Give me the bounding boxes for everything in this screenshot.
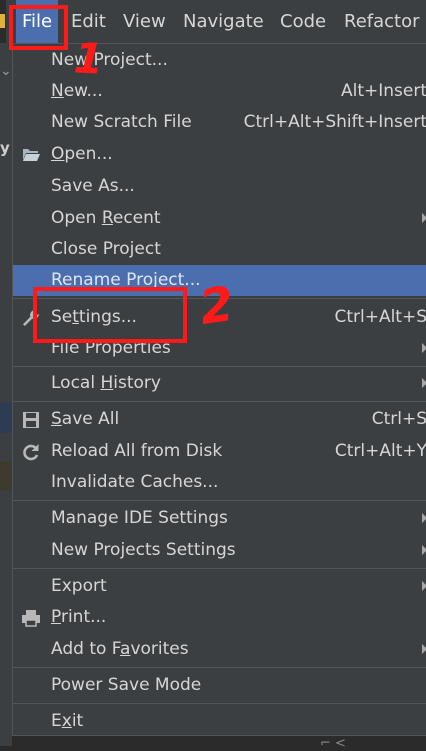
menu-refactor[interactable]: Refactor	[344, 0, 420, 43]
submenu-arrow-icon	[422, 343, 426, 353]
shortcut-label: Ctrl+Alt+Shift+Insert	[243, 112, 426, 132]
annotation-step-1: 1	[72, 33, 105, 84]
menu-item-label: Invalidate Caches...	[51, 472, 219, 492]
menu-item-close-project[interactable]: Close Project	[13, 234, 426, 265]
menu-item-reload-all[interactable]: Reload All from Disk Ctrl+Alt+Y	[13, 436, 426, 467]
menu-item-manage-ide-settings[interactable]: Manage IDE Settings	[13, 503, 426, 534]
submenu-arrow-icon	[422, 513, 426, 523]
submenu-arrow-icon	[422, 545, 426, 555]
menu-item-add-to-favorites[interactable]: Add to Favorites	[13, 634, 426, 665]
reload-icon	[23, 444, 39, 461]
save-icon	[23, 412, 39, 428]
menu-item-label: Power Save Mode	[51, 675, 202, 695]
menu-item-label: Open...	[51, 144, 113, 164]
menu-item-label: Exit	[51, 711, 84, 731]
submenu-arrow-icon	[422, 581, 426, 591]
project-tab-fragment: y	[0, 139, 10, 157]
shortcut-label: Ctrl+S	[371, 409, 426, 429]
menu-separator	[13, 366, 426, 367]
menu-item-label: Local History	[51, 373, 161, 393]
menu-navigate[interactable]: Navigate	[183, 0, 264, 43]
menu-item-open[interactable]: Open...	[13, 139, 426, 170]
shortcut-label: Ctrl+Alt+Y	[334, 441, 426, 461]
menu-item-exit[interactable]: Exit	[13, 706, 426, 737]
menu-item-save-as[interactable]: Save As...	[13, 171, 426, 202]
menu-item-label: Save As...	[51, 176, 135, 196]
printer-icon	[22, 610, 40, 627]
collapse-icon: ⌄	[0, 63, 12, 79]
menu-separator	[13, 667, 426, 668]
menu-item-label: Save All	[51, 409, 120, 429]
annotation-box-file	[9, 5, 68, 50]
selection-fragment	[0, 403, 12, 433]
menu-view[interactable]: View	[123, 0, 166, 43]
shortcut-label: Alt+Insert	[340, 81, 426, 101]
menu-item-label: Add to Favorites	[51, 639, 189, 659]
editor-fragment	[0, 461, 12, 491]
submenu-arrow-icon	[422, 644, 426, 654]
menu-item-invalidate-caches[interactable]: Invalidate Caches...	[13, 467, 426, 498]
menu-item-label: Open Recent	[51, 208, 161, 228]
status-fragment: ⌐ <	[320, 736, 346, 751]
file-menu-dropdown: New Project... New... Alt+Insert New Scr…	[12, 43, 426, 736]
folder-open-icon	[22, 149, 40, 161]
menu-item-print[interactable]: Print...	[13, 602, 426, 633]
menu-code[interactable]: Code	[280, 0, 326, 43]
menu-item-label: New Projects Settings	[51, 540, 236, 560]
menu-item-label: Reload All from Disk	[51, 441, 223, 461]
menu-item-open-recent[interactable]: Open Recent	[13, 203, 426, 234]
menu-item-label: New Scratch File	[51, 112, 192, 132]
shortcut-label: Ctrl+Alt+S	[334, 307, 426, 327]
menu-separator	[13, 401, 426, 402]
menu-item-save-all[interactable]: Save All Ctrl+S	[13, 404, 426, 435]
submenu-arrow-icon	[422, 213, 426, 223]
menu-item-power-save-mode[interactable]: Power Save Mode	[13, 670, 426, 701]
ide-side-strip: ⌄ y	[0, 43, 12, 746]
menu-item-new-projects-settings[interactable]: New Projects Settings	[13, 535, 426, 566]
menu-separator	[13, 568, 426, 569]
menu-separator	[13, 703, 426, 704]
menu-item-label: Close Project	[51, 239, 161, 259]
submenu-arrow-icon	[422, 378, 426, 388]
menu-item-label: Print...	[51, 607, 107, 627]
menu-item-export[interactable]: Export	[13, 571, 426, 602]
app-logo	[0, 0, 6, 43]
menu-item-label: Export	[51, 576, 107, 596]
menu-separator	[13, 500, 426, 501]
menu-item-local-history[interactable]: Local History	[13, 368, 426, 399]
menu-item-new-scratch-file[interactable]: New Scratch File Ctrl+Alt+Shift+Insert	[13, 107, 426, 138]
menu-item-label: Manage IDE Settings	[51, 508, 228, 528]
annotation-box-settings	[33, 287, 187, 343]
menu-item-label: New Project...	[51, 50, 168, 70]
